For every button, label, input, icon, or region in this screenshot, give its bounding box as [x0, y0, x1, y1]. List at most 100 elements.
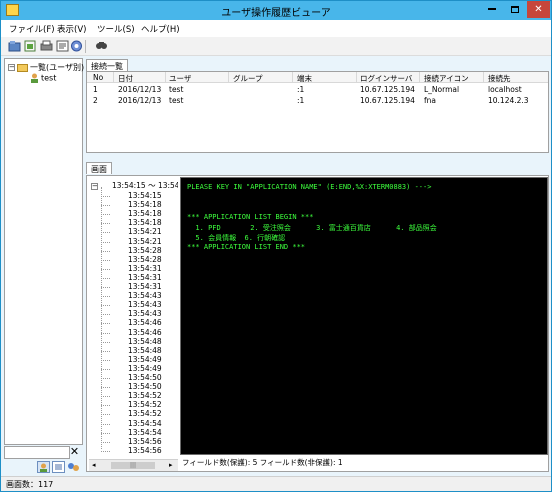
- screen-time-tree: −13:54:15 〜 13:54:5 13:54:1513:54:1813:5…: [88, 177, 178, 471]
- menu-tools[interactable]: ツール(S): [97, 23, 135, 35]
- screen-time-item[interactable]: 13:54:18: [128, 200, 162, 209]
- tab-connections[interactable]: 接続一覧: [86, 59, 128, 71]
- tree-search-clear-button[interactable]: ✕: [68, 445, 81, 459]
- screen-time-item[interactable]: 13:54:31: [128, 282, 162, 291]
- screen-time-item[interactable]: 13:54:56: [128, 446, 162, 455]
- screen-time-item[interactable]: 13:54:21: [128, 227, 162, 236]
- tree-connector: [101, 214, 110, 216]
- screen-time-item[interactable]: 13:54:43: [128, 309, 162, 318]
- screen-time-item[interactable]: 13:54:49: [128, 364, 162, 373]
- menu-help[interactable]: ヘルプ(H): [141, 23, 180, 35]
- screen-time-item[interactable]: 13:54:50: [128, 382, 162, 391]
- column-header[interactable]: No: [93, 73, 103, 82]
- collapse-icon[interactable]: −: [8, 64, 15, 71]
- screen-time-item[interactable]: 13:54:46: [128, 328, 162, 337]
- settings-icon[interactable]: [56, 40, 69, 52]
- screen-time-item[interactable]: 13:54:18: [128, 218, 162, 227]
- screen-time-item[interactable]: 13:54:50: [128, 373, 162, 382]
- scroll-right-icon[interactable]: ▸: [169, 461, 173, 469]
- column-header[interactable]: ユーザ: [169, 73, 191, 84]
- tree-root[interactable]: − 一覧(ユーザ別): [8, 62, 84, 73]
- screen-time-item[interactable]: 13:54:43: [128, 300, 162, 309]
- print-icon[interactable]: [40, 40, 53, 52]
- tree-connector: [101, 314, 110, 316]
- terminal-line: *** APPLICATION LIST BEGIN ***: [187, 213, 314, 221]
- export-icon[interactable]: [24, 40, 37, 52]
- main-window: ユーザ操作履歴ビューア ✕ ファイル(F) 表示(V) ツール(S) ヘルプ(H…: [0, 0, 552, 492]
- tree-line: [101, 187, 102, 449]
- tab-screen[interactable]: 画面: [86, 162, 112, 174]
- tree-connector: [101, 305, 110, 307]
- screen-time-item[interactable]: 13:54:28: [128, 246, 162, 255]
- cell-destination: 10.124.2.3: [488, 96, 529, 105]
- field-status: フィールド数(保護): 5 フィールド数(非保護): 1: [182, 458, 343, 467]
- tree-item-test[interactable]: test: [30, 73, 56, 83]
- column-header[interactable]: 日付: [118, 73, 133, 84]
- terminal-screen[interactable]: PLEASE KEY IN "APPLICATION NAME" (E:END,…: [180, 177, 548, 455]
- minimize-button[interactable]: [481, 1, 503, 18]
- cell-date: 2016/12/13: [118, 96, 162, 105]
- screen-time-item[interactable]: 13:54:49: [128, 355, 162, 364]
- search-icon[interactable]: [95, 40, 108, 52]
- screen-time-item[interactable]: 13:54:48: [128, 346, 162, 355]
- tree-connector: [101, 378, 110, 379]
- screen-time-item[interactable]: 13:54:21: [128, 237, 162, 246]
- maximize-button[interactable]: [504, 1, 526, 18]
- menu-file[interactable]: ファイル(F): [9, 23, 55, 35]
- cell-connection-icon: fna: [424, 96, 436, 105]
- tree-connector: [101, 405, 110, 407]
- screen-time-item[interactable]: 13:54:15: [128, 191, 162, 200]
- screen-time-item[interactable]: 13:54:56: [128, 437, 162, 446]
- screen-time-item[interactable]: 13:54:54: [128, 419, 162, 428]
- screen-time-item[interactable]: 13:54:43: [128, 291, 162, 300]
- tree-connector: [101, 277, 110, 279]
- screen-time-item[interactable]: 13:54:46: [128, 318, 162, 327]
- tree-connector: [101, 332, 110, 334]
- terminal-line: PLEASE KEY IN "APPLICATION NAME" (E:END,…: [187, 183, 432, 191]
- horizontal-scrollbar[interactable]: ◂ ||| ▸: [89, 459, 178, 471]
- collapse-icon[interactable]: −: [91, 182, 98, 190]
- close-icon: ✕: [69, 445, 80, 458]
- scroll-thumb[interactable]: |||: [111, 462, 155, 469]
- column-header[interactable]: 端末: [297, 73, 312, 84]
- column-header[interactable]: ログインサーバ: [360, 73, 412, 84]
- view-users-icon[interactable]: [37, 461, 50, 473]
- tree-connector: [101, 432, 110, 434]
- screen-time-item[interactable]: 13:54:52: [128, 391, 162, 400]
- status-bar: 画面数：117: [1, 476, 551, 491]
- close-icon: ✕: [534, 4, 543, 15]
- tree-connector: [101, 250, 110, 252]
- cell-user: test: [169, 85, 184, 94]
- screen-time-item[interactable]: 13:54:28: [128, 255, 162, 264]
- menu-view[interactable]: 表示(V): [57, 23, 86, 35]
- screen-time-item[interactable]: 13:54:52: [128, 409, 162, 418]
- screen-time-item[interactable]: 13:54:48: [128, 337, 162, 346]
- user-icon: [31, 73, 38, 83]
- column-header[interactable]: グループ: [233, 73, 263, 84]
- tree-search-input[interactable]: [4, 446, 70, 459]
- screen-time-item[interactable]: 13:54:31: [128, 273, 162, 282]
- view-group-icon[interactable]: [67, 461, 80, 473]
- filter-icon[interactable]: [70, 40, 83, 52]
- tree-connector: [101, 441, 110, 443]
- tree-connector: [101, 259, 110, 261]
- screen-time-item[interactable]: 13:54:52: [128, 400, 162, 409]
- toolbar: [1, 37, 551, 56]
- tree-connector: [101, 359, 110, 361]
- column-header[interactable]: 接続アイコン: [424, 73, 469, 84]
- close-button[interactable]: ✕: [527, 1, 550, 18]
- column-header[interactable]: 接続先: [488, 73, 511, 84]
- title-bar[interactable]: ユーザ操作履歴ビューア ✕: [1, 1, 551, 20]
- screen-time-item[interactable]: 13:54:31: [128, 264, 162, 273]
- terminal-line: *** APPLICATION LIST END ***: [187, 243, 306, 251]
- view-list-icon[interactable]: [52, 461, 65, 473]
- time-range-node[interactable]: − 13:54:15 〜 13:54:5: [91, 180, 178, 191]
- open-icon[interactable]: [8, 40, 21, 52]
- cell-no: 2: [93, 96, 98, 105]
- screen-time-item[interactable]: 13:54:18: [128, 209, 162, 218]
- tree-connector: [101, 287, 110, 288]
- scroll-left-icon[interactable]: ◂: [92, 461, 96, 469]
- screen-time-item[interactable]: 13:54:54: [128, 428, 162, 437]
- tree-connector: [101, 296, 110, 298]
- tree-root-label: 一覧(ユーザ別): [30, 63, 85, 72]
